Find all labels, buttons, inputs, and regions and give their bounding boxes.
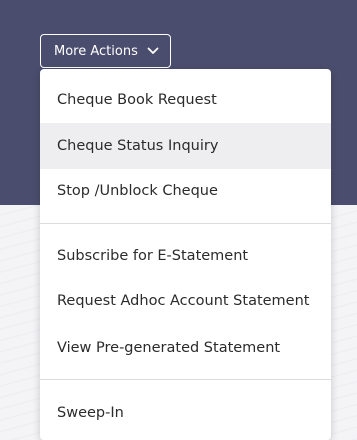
menu-item-subscribe-e-statement[interactable]: Subscribe for E-Statement: [40, 233, 331, 279]
menu-item-label: Cheque Book Request: [57, 92, 217, 108]
menu-item-label: Stop /Unblock Cheque: [57, 183, 218, 199]
more-actions-menu: Cheque Book Request Cheque Status Inquir…: [40, 69, 331, 440]
menu-item-cheque-status-inquiry[interactable]: Cheque Status Inquiry: [40, 123, 331, 169]
menu-item-view-pre-generated-statement[interactable]: View Pre-generated Statement: [40, 325, 331, 371]
menu-item-label: Request Adhoc Account Statement: [57, 293, 310, 309]
menu-divider: [40, 379, 331, 380]
menu-item-label: View Pre-generated Statement: [57, 340, 281, 356]
menu-item-cheque-book-request[interactable]: Cheque Book Request: [40, 77, 331, 123]
menu-item-request-adhoc-statement[interactable]: Request Adhoc Account Statement: [40, 278, 331, 324]
more-actions-label: More Actions: [54, 43, 138, 59]
menu-item-label: Cheque Status Inquiry: [57, 138, 219, 154]
menu-divider: [40, 223, 331, 224]
menu-item-sweep-in[interactable]: Sweep-In: [40, 390, 331, 436]
menu-item-stop-unblock-cheque[interactable]: Stop /Unblock Cheque: [40, 168, 331, 214]
menu-item-label: Subscribe for E-Statement: [57, 248, 249, 264]
chevron-down-icon: [147, 47, 159, 55]
more-actions-button[interactable]: More Actions: [40, 34, 171, 68]
menu-item-label: Sweep-In: [57, 405, 124, 421]
